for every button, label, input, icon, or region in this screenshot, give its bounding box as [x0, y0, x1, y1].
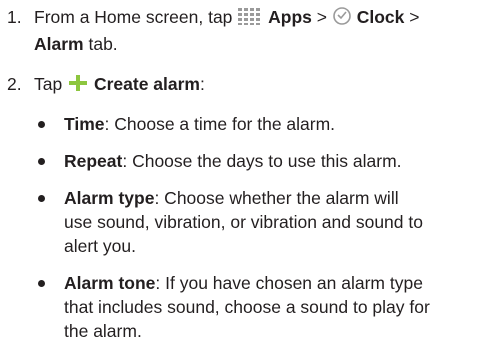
- instructions-page: 1. From a Home screen, tap Apps > Clock …: [0, 0, 503, 345]
- bullet-line: : Choose the days to use this alarm.: [122, 151, 402, 171]
- bullet-line: the alarm.: [64, 321, 142, 341]
- alarm-label: Alarm: [34, 34, 84, 54]
- bullet-text: Repeat: Choose the days to use this alar…: [64, 149, 499, 173]
- bullet-text: Time: Choose a time for the alarm.: [64, 112, 499, 136]
- bullet-line: that includes sound, choose a sound to p…: [64, 297, 430, 317]
- bullet-line: alert you.: [64, 236, 136, 256]
- step-text: Tap Create alarm:: [34, 72, 499, 99]
- bullet-term: Alarm tone: [64, 273, 156, 293]
- bullet-term: Repeat: [64, 151, 123, 171]
- step-suffix: tab.: [83, 34, 118, 54]
- bullet-dot: [38, 121, 45, 128]
- bullet-line: : Choose whether the alarm will: [154, 188, 399, 208]
- bullet-text: Alarm type: Choose whether the alarm wil…: [64, 186, 499, 258]
- bullet-dot: [38, 280, 45, 287]
- separator: >: [311, 7, 332, 27]
- create-alarm-label: Create alarm: [93, 74, 200, 94]
- separator: >: [404, 7, 420, 27]
- bullet-dot: [38, 195, 45, 202]
- step-suffix: :: [200, 74, 205, 94]
- bullet-text: Alarm tone: If you have chosen an alarm …: [64, 271, 499, 343]
- step-text: From a Home screen, tap Apps > Clock > A…: [34, 5, 499, 56]
- apps-grid-icon: [237, 6, 263, 32]
- apps-label: Apps: [268, 7, 312, 27]
- bullet-term: Time: [64, 114, 105, 134]
- step-prefix: From a Home screen, tap: [34, 7, 238, 27]
- bullet-term: Alarm type: [64, 188, 155, 208]
- plus-icon: [67, 73, 89, 99]
- clock-icon: [332, 6, 352, 32]
- bullet-line: : Choose a time for the alarm.: [104, 114, 336, 134]
- bullet-line: use sound, vibration, or vibration and s…: [64, 212, 423, 232]
- clock-label: Clock: [356, 7, 405, 27]
- bullet-dot: [38, 158, 45, 165]
- bullet-line: : If you have chosen an alarm type: [155, 273, 423, 293]
- step-number: 2.: [7, 74, 22, 94]
- step-prefix: Tap: [34, 74, 68, 94]
- step-number: 1.: [7, 7, 22, 27]
